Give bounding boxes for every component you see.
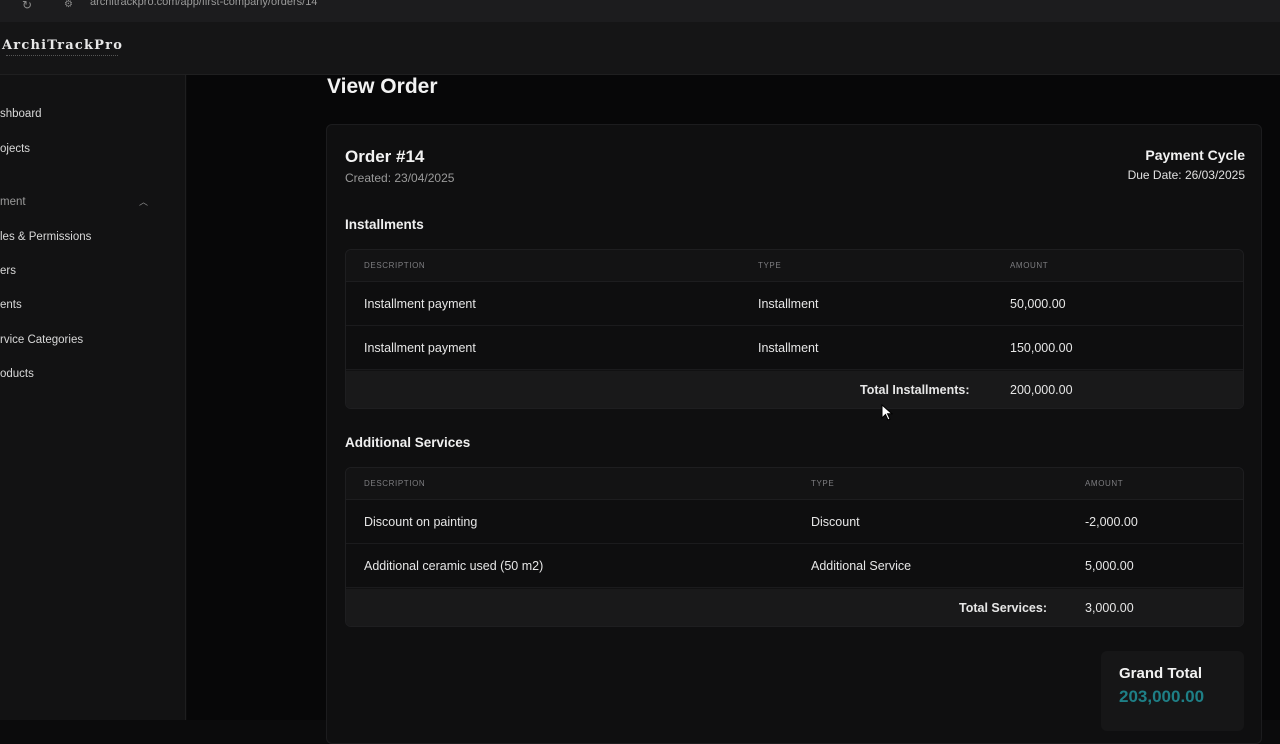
column-header-type: TYPE [758,261,782,270]
site-info-icon[interactable]: ⚙ [64,0,80,11]
row-description: Discount on painting [364,515,478,529]
column-header-type: TYPE [811,479,835,488]
row-description: Additional ceramic used (50 m2) [364,559,544,573]
app-logo[interactable]: ArchiTrackPro [2,38,123,53]
column-header-amount: AMOUNT [1085,479,1124,488]
table-header: DESCRIPTION TYPE AMOUNT [346,468,1243,500]
table-row[interactable]: Installment payment Installment 50,000.0… [346,282,1243,326]
grand-total-box: Grand Total 203,000.00 [1101,651,1244,731]
column-header-description: DESCRIPTION [364,479,426,488]
mouse-pointer-icon [881,404,893,421]
grand-total-label: Grand Total [1119,665,1203,682]
total-installments-value: 200,000.00 [1010,383,1073,397]
sidebar: shboard ojects ment ︿ les & Permissions … [0,75,186,720]
installments-title: Installments [345,217,424,232]
installments-table: DESCRIPTION TYPE AMOUNT Installment paym… [345,249,1244,409]
row-amount: 50,000.00 [1010,297,1066,311]
row-type: Installment [758,297,819,311]
sidebar-item-dashboard[interactable]: shboard [0,108,42,120]
reload-icon[interactable]: ↻ [22,0,36,12]
payment-due-date: Due Date: 26/03/2025 [1127,168,1245,182]
total-services-value: 3,000.00 [1085,601,1134,615]
sidebar-item-service-categories[interactable]: rvice Categories [0,334,83,346]
table-row[interactable]: Additional ceramic used (50 m2) Addition… [346,544,1243,588]
table-row[interactable]: Discount on painting Discount -2,000.00 [346,500,1243,544]
column-header-description: DESCRIPTION [364,261,426,270]
address-url[interactable]: architrackpro.com/app/first-company/orde… [90,0,317,8]
order-card: Order #14 Created: 23/04/2025 Payment Cy… [326,124,1262,744]
logo-tagline [6,55,118,57]
row-amount: 150,000.00 [1010,341,1073,355]
total-installments-label: Total Installments: [860,383,970,397]
table-header: DESCRIPTION TYPE AMOUNT [346,250,1243,282]
chevron-up-icon[interactable]: ︿ [139,195,149,208]
row-type: Discount [811,515,860,529]
payment-cycle-title: Payment Cycle [1145,147,1245,163]
sidebar-item-users[interactable]: ers [0,265,16,277]
row-amount: 5,000.00 [1085,559,1134,573]
sidebar-item-clients[interactable]: ents [0,299,22,311]
sidebar-item-products[interactable]: oducts [0,368,34,380]
table-row[interactable]: Installment payment Installment 150,000.… [346,326,1243,370]
row-type: Additional Service [811,559,912,573]
column-header-amount: AMOUNT [1010,261,1049,270]
row-type: Installment [758,341,819,355]
order-title: Order #14 [345,147,425,166]
services-table: DESCRIPTION TYPE AMOUNT Discount on pain… [345,467,1244,627]
row-amount: -2,000.00 [1085,515,1138,529]
grand-total-value: 203,000.00 [1119,687,1205,706]
page-title: View Order [327,75,438,98]
sidebar-item-projects[interactable]: ojects [0,143,30,155]
installments-total-row: Total Installments: 200,000.00 [346,371,1243,408]
app-header: ArchiTrackPro [0,22,1280,75]
browser-address-bar: ↻ ⚙ architrackpro.com/app/first-company/… [0,0,1280,22]
services-total-row: Total Services: 3,000.00 [346,589,1243,626]
row-description: Installment payment [364,297,476,311]
sidebar-group-management[interactable]: ment [0,196,26,208]
row-description: Installment payment [364,341,476,355]
sidebar-item-roles-permissions[interactable]: les & Permissions [0,231,91,243]
additional-services-title: Additional Services [345,435,471,450]
main-content: View Order Order #14 Created: 23/04/2025… [187,75,1280,744]
total-services-label: Total Services: [959,601,1048,615]
order-created-date: Created: 23/04/2025 [345,171,455,185]
